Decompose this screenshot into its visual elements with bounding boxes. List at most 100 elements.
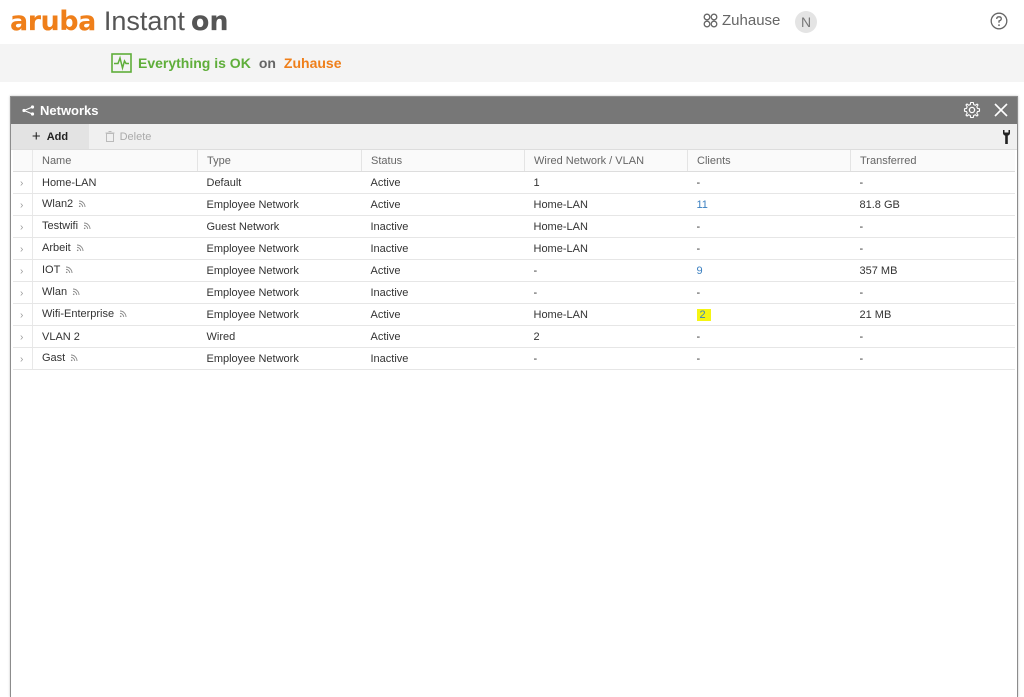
cell-transferred: - [850,347,1015,370]
cell-name: Wlan [32,281,198,304]
gear-icon[interactable] [963,101,981,119]
wifi-signal-icon [72,287,80,299]
network-name[interactable]: VLAN 2 [42,331,80,343]
top-header: aruba Instant on Zuhause N [0,0,1024,44]
cell-status: Active [361,193,525,216]
network-name[interactable]: Wlan2 [42,198,73,210]
add-network-button[interactable]: + Add [11,124,89,149]
table-row[interactable]: › Wlan Employee Network Inactive - - - [13,281,1015,304]
status-site-link[interactable]: Zuhause [284,55,342,71]
cell-type: Default [197,171,362,194]
column-header-type[interactable]: Type [197,150,362,172]
aruba-instant-on-logo[interactable]: aruba Instant on [10,6,229,40]
delete-network-button[interactable]: Delete [89,124,167,149]
row-expand-toggle[interactable]: › [13,325,33,348]
column-header-clients[interactable]: Clients [687,150,851,172]
clients-count: - [696,220,701,233]
table-row[interactable]: › Gast Employee Network Inactive - - - [13,347,1015,370]
cell-clients: - [687,325,851,348]
cell-wired-network: Home-LAN [524,193,688,216]
cell-status: Active [361,303,525,326]
row-expand-toggle[interactable]: › [13,259,33,282]
cell-name: Home-LAN [32,171,198,194]
close-icon[interactable] [993,102,1009,118]
cell-name: Arbeit [32,237,198,260]
chevron-right-icon: › [20,353,24,365]
chevron-right-icon: › [20,287,24,299]
network-share-icon [22,105,35,116]
network-health-status[interactable]: Everything is OK on Zuhause [111,53,342,73]
row-expand-toggle[interactable]: › [13,215,33,238]
row-expand-toggle[interactable]: › [13,281,33,304]
wifi-signal-icon [78,199,86,211]
column-header-transferred[interactable]: Transferred [850,150,1015,172]
network-name[interactable]: Arbeit [42,242,71,254]
table-row[interactable]: › Wlan2 Employee Network Active Home-LAN 11 81… [13,193,1015,216]
cell-type: Wired [197,325,362,348]
cell-name: IOT [32,259,198,282]
row-expand-toggle[interactable]: › [13,193,33,216]
network-name[interactable]: Testwifi [42,220,78,232]
row-expand-toggle[interactable]: › [13,303,33,326]
column-header-wired-network[interactable]: Wired Network / VLAN [524,150,688,172]
cell-clients: - [687,171,851,194]
networks-table: Name Type Status Wired Network / VLAN Cl… [13,150,1015,370]
clients-count[interactable]: 9 [697,265,703,277]
table-row[interactable]: › Wifi-Enterprise Employee Network Active Ho… [13,303,1015,326]
cell-wired-network: - [524,259,688,282]
table-row[interactable]: › Testwifi Guest Network Inactive Home-LAN - - [13,215,1015,238]
site-selector[interactable]: Zuhause [703,12,780,29]
row-expand-toggle[interactable]: › [13,237,33,260]
status-connector: on [258,55,276,71]
network-name[interactable]: Gast [42,352,65,364]
logo-on-text: on [190,6,229,37]
site-name-label: Zuhause [722,12,781,29]
cell-name: VLAN 2 [32,325,198,348]
table-row[interactable]: › Home-LAN Default Active 1- - [13,171,1015,194]
cell-name: Wifi-Enterprise [32,303,198,326]
wifi-signal-icon [76,243,84,255]
chevron-right-icon: › [20,177,24,189]
cell-wired-network: 1 [524,171,688,194]
status-message: Everything is OK [138,55,251,71]
cell-name: Wlan2 [32,193,198,216]
clients-count[interactable]: 2 [696,308,711,321]
table-row[interactable]: › IOT Employee Network Active -9 357 MB [13,259,1015,282]
cell-transferred: 21 MB [850,303,1015,326]
cell-clients: - [687,347,851,370]
cell-transferred: - [850,281,1015,304]
network-name[interactable]: IOT [42,264,60,276]
column-header-name[interactable]: Name [32,150,198,172]
wrench-icon[interactable] [1002,129,1011,150]
cell-clients: - [687,215,851,238]
network-name[interactable]: Home-LAN [42,177,96,189]
network-name[interactable]: Wifi-Enterprise [42,308,114,320]
cell-wired-network: Home-LAN [524,303,688,326]
cell-clients: 11 [687,193,851,216]
networks-panel: Networks + Add Delete Name Type Status W… [10,96,1018,697]
table-row[interactable]: › Arbeit Employee Network Inactive Home-LAN -… [13,237,1015,260]
status-bar: Everything is OK on Zuhause [0,44,1024,82]
help-circle-icon [990,12,1008,30]
cell-type: Employee Network [197,259,362,282]
cell-name: Gast [32,347,198,370]
clients-count: - [696,330,701,343]
chevron-right-icon: › [20,243,24,255]
column-header-status[interactable]: Status [361,150,525,172]
user-avatar[interactable]: N [795,11,817,33]
row-expand-toggle[interactable]: › [13,347,33,370]
plus-icon: + [31,128,41,145]
panel-toolbar: + Add Delete [11,124,1017,150]
cell-transferred: 357 MB [850,259,1015,282]
logo-aruba-text: aruba [10,6,96,37]
clients-count: - [696,242,701,255]
cell-transferred: - [850,325,1015,348]
cell-transferred: - [850,215,1015,238]
cell-wired-network: Home-LAN [524,237,688,260]
wifi-signal-icon [119,309,127,321]
table-row[interactable]: › VLAN 2 Wired Active 2- - [13,325,1015,348]
network-name[interactable]: Wlan [42,286,67,298]
help-button[interactable] [990,12,1008,35]
row-expand-toggle[interactable]: › [13,171,33,194]
clients-count[interactable]: 11 [697,199,708,211]
